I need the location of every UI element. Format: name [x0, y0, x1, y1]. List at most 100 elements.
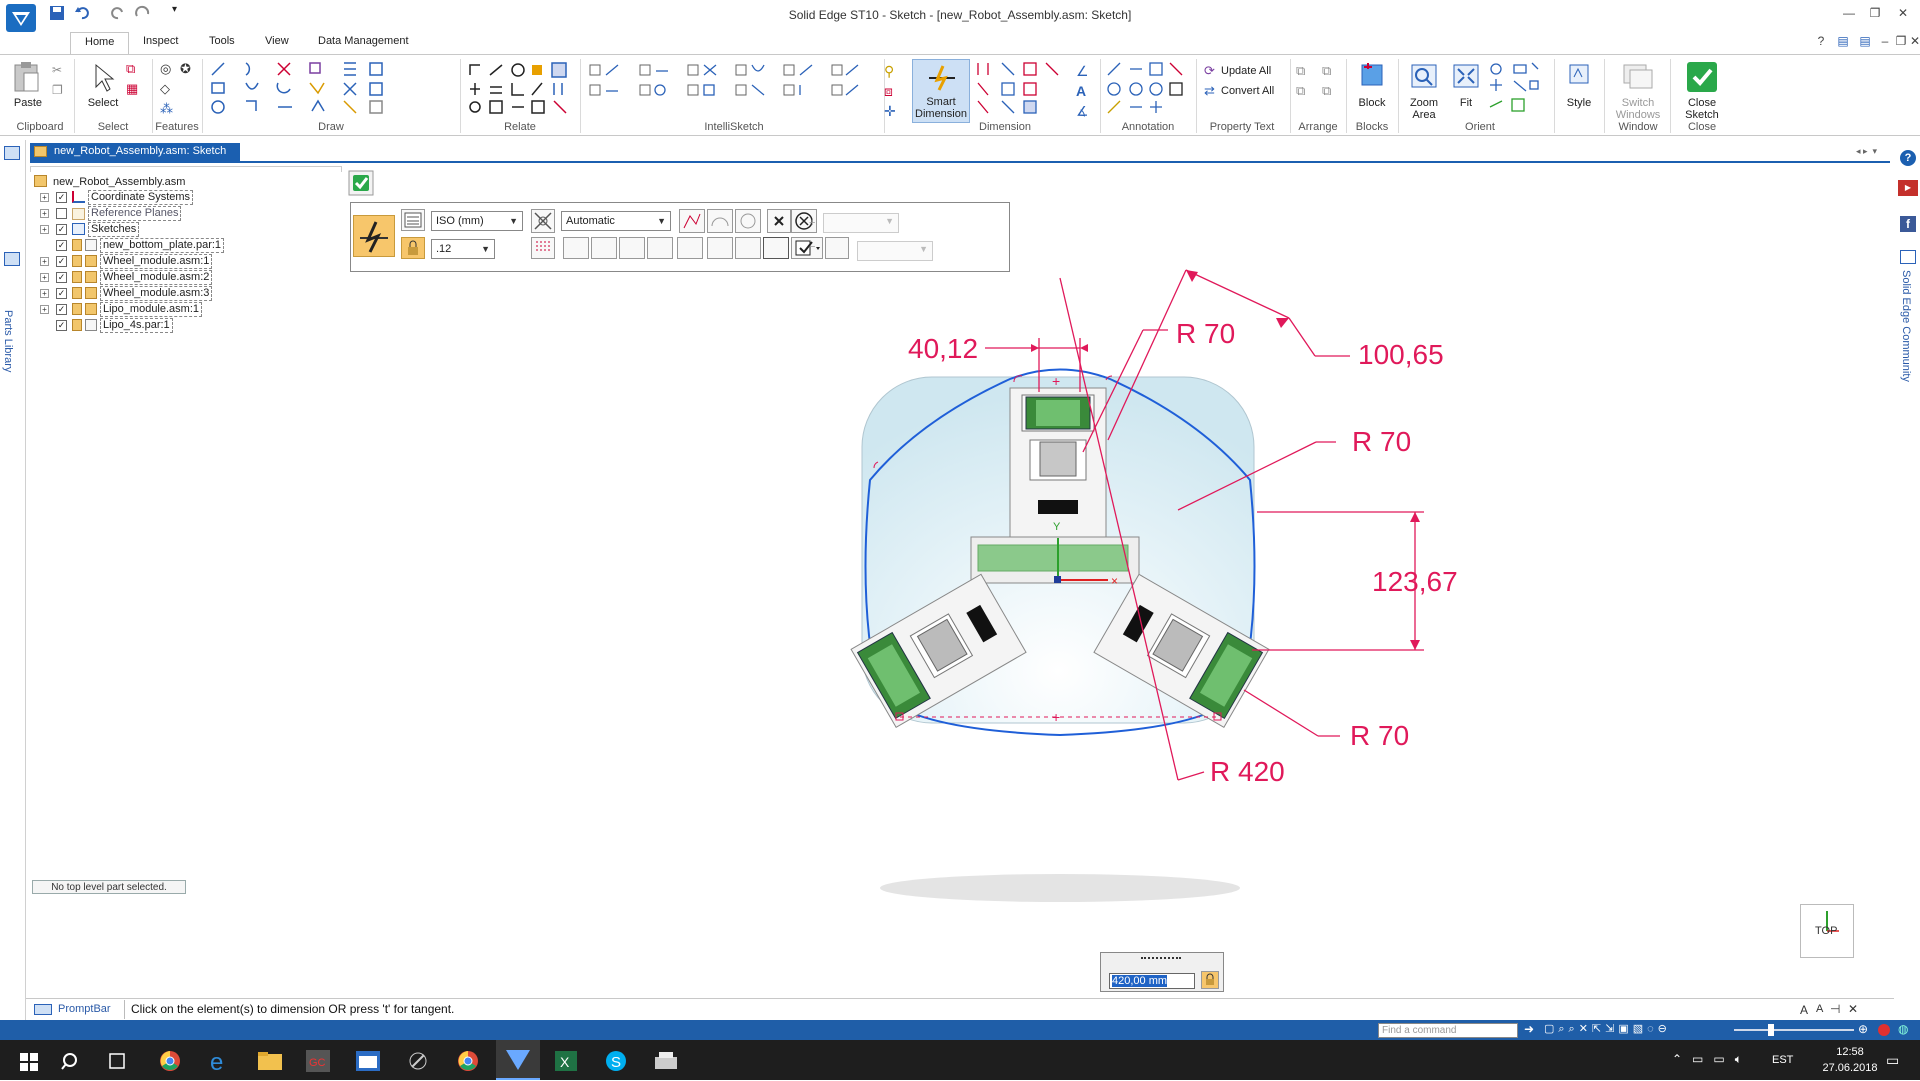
globe-icon[interactable]: ◍	[1898, 1022, 1908, 1036]
style-icon[interactable]	[1568, 63, 1590, 87]
checkbox[interactable]: ✓	[56, 304, 67, 315]
update-all-icon[interactable]: ⟳	[1204, 63, 1220, 79]
convert-all-icon[interactable]: ⇄	[1204, 83, 1220, 99]
close-button[interactable]: ✕	[1892, 6, 1914, 22]
sketch-tool3-icon[interactable]: ✛	[884, 103, 900, 119]
expand-icon[interactable]: +	[40, 209, 49, 218]
document-tab[interactable]: new_Robot_Assembly.asm: Sketch	[30, 143, 240, 161]
tab-scroll-arrows[interactable]: ◂ ▸ ▾	[1856, 146, 1877, 157]
bring-front-icon[interactable]: ⧉	[1296, 63, 1312, 79]
zoom-in-icon[interactable]: ⊕	[1858, 1022, 1868, 1036]
color-icon[interactable]	[531, 237, 555, 259]
orient-tools-icons[interactable]	[1488, 61, 1540, 121]
promptbar-icon[interactable]	[34, 1004, 52, 1015]
tab-inspect[interactable]: Inspect	[143, 35, 178, 47]
angle-icon[interactable]: ∠	[1076, 63, 1092, 79]
expand-icon[interactable]: +	[40, 273, 49, 282]
file-explorer-icon[interactable]	[250, 1046, 290, 1076]
edge-icon[interactable]: e	[200, 1046, 240, 1076]
checkbox[interactable]: ✓	[56, 272, 67, 283]
vertical-dim-icon[interactable]	[619, 237, 645, 259]
relate-tools-icons[interactable]	[466, 61, 576, 121]
app-window-icon[interactable]	[348, 1046, 388, 1076]
printer-icon[interactable]	[646, 1046, 686, 1076]
sketch-tool2-icon[interactable]: ⧈	[884, 83, 900, 99]
pattern-icon[interactable]: ⁂	[160, 101, 176, 117]
arrange2-icon[interactable]: ⧉	[1322, 83, 1338, 99]
clock-time[interactable]: 12:58	[1820, 1046, 1880, 1058]
checkbox[interactable]: ✓	[56, 256, 67, 267]
checkbox[interactable]: ✓	[56, 224, 67, 235]
youtube-icon[interactable]: ▶	[1898, 180, 1918, 196]
radial-dim-icon[interactable]	[679, 209, 705, 233]
help-icon[interactable]: ?	[1810, 34, 1832, 50]
switch-windows-icon[interactable]	[1622, 61, 1654, 91]
select-tool-icon[interactable]: ⧉	[126, 61, 142, 77]
zoom-area-icon[interactable]	[1410, 63, 1438, 91]
input-language[interactable]: EST	[1772, 1054, 1793, 1066]
text-a-icon[interactable]: A	[1076, 83, 1092, 99]
layout2-icon[interactable]: ▤	[1854, 34, 1876, 50]
drag-handle[interactable]	[1141, 957, 1181, 959]
radius-dim-icon[interactable]	[647, 237, 673, 259]
close-sketch-icon[interactable]	[1686, 61, 1718, 93]
checkbox[interactable]: ✓	[56, 240, 67, 251]
dimension-r420[interactable]: R 420	[1210, 756, 1285, 788]
expand-icon[interactable]: +	[40, 289, 49, 298]
copy-icon[interactable]: ❐	[52, 83, 68, 99]
round-icon[interactable]: ✪	[180, 61, 196, 77]
send-back-icon[interactable]: ⧉	[1322, 63, 1338, 79]
promptbar-label[interactable]: PromptBar	[58, 1003, 111, 1015]
facebook-icon[interactable]: f	[1900, 216, 1916, 232]
font-size-small-icon[interactable]: A	[1816, 1003, 1823, 1015]
pathfinder-icon[interactable]	[4, 146, 20, 160]
expand-icon[interactable]: +	[40, 193, 49, 202]
precision-select[interactable]: .12 ▼	[431, 239, 495, 259]
smart-dimension-mode-button[interactable]	[353, 215, 395, 257]
arc-dim-icon[interactable]	[707, 209, 733, 233]
annot-icon[interactable]: ∡	[1076, 103, 1092, 119]
dimension-r70-right[interactable]: R 70	[1352, 426, 1411, 458]
library-icon[interactable]	[4, 252, 20, 266]
annotation-tools-icons[interactable]	[1106, 61, 1192, 121]
community-tab[interactable]: Solid Edge Community	[1900, 270, 1912, 382]
place-dim-icon[interactable]	[763, 237, 789, 259]
angle-dim-icon[interactable]	[591, 237, 617, 259]
expand-icon[interactable]: +	[40, 225, 49, 234]
remove-orientation-icon[interactable]	[531, 209, 555, 233]
diameter-icon[interactable]	[677, 237, 703, 259]
pin-icon[interactable]: ⊣	[1830, 1002, 1840, 1016]
convert-all-label[interactable]: Convert All	[1221, 85, 1274, 97]
chrome-icon[interactable]	[150, 1046, 190, 1076]
dimension-properties-icon[interactable]	[401, 209, 425, 231]
select-tool2-icon[interactable]: ▦	[126, 81, 142, 97]
expand-icon[interactable]: +	[40, 305, 49, 314]
select-arrow-icon[interactable]	[92, 63, 116, 93]
system-tray-icons[interactable]: ⌃▭▭🔈︎	[1672, 1052, 1752, 1067]
community-icon[interactable]	[1900, 250, 1916, 264]
chamfer-dim-icon[interactable]	[707, 237, 733, 259]
doc-close-button[interactable]: ✕	[1904, 34, 1920, 50]
help-circle-icon[interactable]: ?	[1900, 150, 1916, 166]
skype-icon[interactable]: S	[596, 1046, 636, 1076]
run-command-icon[interactable]: ➜	[1524, 1022, 1534, 1036]
tab-home[interactable]: Home	[70, 32, 130, 54]
dimension-orientation-select[interactable]: Automatic ▼	[561, 211, 671, 231]
zoom-slider-thumb[interactable]	[1768, 1024, 1774, 1036]
layout-icon[interactable]: ▤	[1832, 34, 1854, 50]
update-all-label[interactable]: Update All	[1221, 65, 1271, 77]
dimension-style-icon[interactable]	[791, 237, 823, 259]
font-size-icon[interactable]: A	[1800, 1003, 1808, 1017]
tab-view[interactable]: View	[265, 35, 289, 47]
tolerance-icon[interactable]	[825, 237, 849, 259]
zoom-slider[interactable]	[1734, 1029, 1854, 1031]
find-command-input[interactable]: Find a command	[1378, 1023, 1518, 1038]
view-cube[interactable]: TOP	[1800, 904, 1854, 958]
close-promptbar-icon[interactable]: ✕	[1848, 1002, 1858, 1016]
lower-tolerance-field[interactable]: ▼	[857, 241, 933, 261]
checkbox[interactable]: ✓	[56, 192, 67, 203]
solid-edge-taskbar-button[interactable]	[496, 1040, 540, 1080]
style-label[interactable]: Style	[1560, 97, 1598, 109]
accept-button[interactable]	[348, 170, 374, 196]
paste-icon[interactable]	[12, 61, 42, 95]
